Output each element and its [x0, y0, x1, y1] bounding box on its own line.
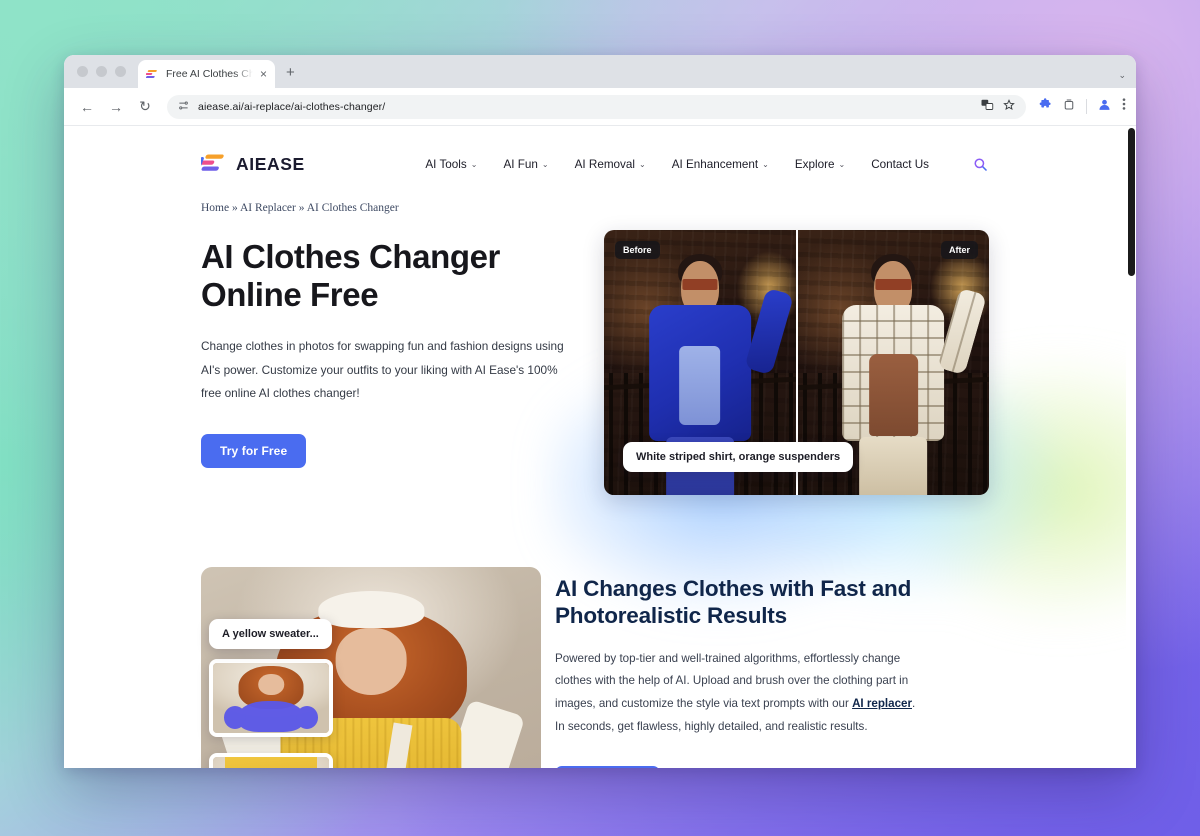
breadcrumb-separator: »: [231, 202, 238, 214]
site-settings-icon[interactable]: [178, 98, 189, 116]
features-section: A yellow sweater... AI Changes Clothes w…: [201, 567, 989, 768]
tab-list-chevron-icon[interactable]: ⌄: [1118, 70, 1126, 81]
toolbar-icon-group: [1035, 97, 1126, 116]
tab-close-icon[interactable]: ×: [260, 68, 267, 80]
omnibox-actions: [981, 98, 1015, 116]
feature-description: Powered by top-tier and well-trained alg…: [555, 648, 927, 738]
nav-item-ai-enhancement[interactable]: AI Enhancement ⌄: [672, 158, 769, 171]
feature-media-column: A yellow sweater...: [201, 567, 541, 768]
forward-button[interactable]: →: [103, 94, 129, 120]
hero-prompt-chip: White striped shirt, orange suspenders: [622, 442, 854, 472]
nav-item-ai-fun[interactable]: AI Fun ⌄: [503, 158, 548, 171]
hero-description: Change clothes in photos for swapping fu…: [201, 339, 564, 401]
primary-nav-links: AI Tools ⌄ AI Fun ⌄ AI Removal ⌄ AI Enha…: [425, 155, 989, 173]
new-tab-button[interactable]: +: [286, 64, 295, 81]
site-navigation: AIEASE AI Tools ⌄ AI Fun ⌄ AI Removal ⌄ …: [195, 126, 989, 202]
page-scrollbar-track[interactable]: [1126, 126, 1136, 768]
breadcrumb-separator: »: [298, 202, 305, 214]
browser-menu-icon[interactable]: [1122, 97, 1126, 116]
breadcrumb-current: AI Clothes Changer: [306, 202, 399, 214]
aiease-logo-icon: [195, 153, 227, 175]
feature-prompt-chip: A yellow sweater...: [209, 619, 332, 649]
ai-replacer-link[interactable]: AI replacer: [852, 697, 912, 710]
maximize-window-button[interactable]: [115, 66, 126, 77]
browser-tab[interactable]: Free AI Clothes Changer: Onl ×: [138, 60, 275, 88]
profile-avatar-icon[interactable]: [1098, 98, 1111, 116]
feature-try-for-free-button[interactable]: Try for Free: [555, 766, 661, 768]
feature-text-column: AI Changes Clothes with Fast and Photore…: [555, 567, 989, 768]
chevron-down-icon: ⌄: [639, 159, 646, 169]
address-bar[interactable]: aiease.ai/ai-replace/ai-clothes-changer/: [167, 94, 1026, 119]
chevron-down-icon: ⌄: [838, 159, 846, 169]
hero-try-for-free-button[interactable]: Try for Free: [201, 434, 307, 468]
tab-title: Free AI Clothes Changer: Onl: [166, 68, 253, 80]
chevron-down-icon: ⌄: [470, 159, 478, 169]
page-title: AI Clothes Changer Online Free: [201, 238, 588, 313]
tab-strip: Free AI Clothes Changer: Onl × + ⌄: [64, 55, 1136, 88]
nav-item-explore[interactable]: Explore ⌄: [795, 158, 845, 171]
site-logo[interactable]: AIEASE: [195, 153, 305, 175]
nav-label: AI Enhancement: [671, 157, 759, 171]
toolbar-divider: [1086, 99, 1087, 114]
hero-section: AI Clothes Changer Online Free Change cl…: [201, 230, 989, 495]
nav-item-ai-tools[interactable]: AI Tools ⌄: [425, 158, 477, 171]
breadcrumb-ai-replacer[interactable]: AI Replacer: [240, 202, 296, 214]
page-scrollbar-thumb[interactable]: [1128, 128, 1135, 276]
nav-label: Contact Us: [871, 157, 929, 171]
nav-label: AI Tools: [425, 157, 467, 171]
hero-text-column: AI Clothes Changer Online Free Change cl…: [201, 230, 588, 495]
web-page: AIEASE AI Tools ⌄ AI Fun ⌄ AI Removal ⌄ …: [64, 126, 1126, 768]
address-bar-url: aiease.ai/ai-replace/ai-clothes-changer/: [198, 100, 386, 113]
nav-label: Explore: [794, 157, 835, 171]
feature-title-line-2: Photorealistic Results: [555, 603, 787, 629]
brush-mask-overlay: [224, 700, 318, 732]
chevron-down-icon: ⌄: [541, 159, 549, 169]
feature-title-line-1: AI Changes Clothes with Fast and: [555, 576, 912, 601]
window-traffic-lights: [73, 55, 138, 88]
nav-label: AI Fun: [503, 157, 538, 171]
nav-item-contact-us[interactable]: Contact Us: [871, 158, 929, 171]
bookmark-star-icon[interactable]: [1003, 98, 1015, 116]
back-button[interactable]: ←: [74, 94, 100, 120]
badge-after: After: [940, 241, 978, 259]
feature-thumbnail-masked[interactable]: [209, 659, 333, 737]
tab-group-icon[interactable]: [1063, 98, 1075, 116]
hero-title-line-2: Online Free: [201, 275, 379, 313]
reload-button[interactable]: ↻: [132, 94, 158, 120]
feature-thumbnail-result[interactable]: [209, 753, 333, 768]
close-window-button[interactable]: [77, 66, 88, 77]
browser-window: Free AI Clothes Changer: Onl × + ⌄ ← → ↻…: [64, 55, 1136, 768]
breadcrumb-home[interactable]: Home: [201, 202, 229, 214]
hero-before-after-widget[interactable]: Before After White striped shirt, orange…: [603, 230, 989, 495]
site-logo-text: AIEASE: [236, 153, 305, 174]
feature-title: AI Changes Clothes with Fast and Photore…: [555, 575, 989, 630]
nav-item-ai-removal[interactable]: AI Removal ⌄: [575, 158, 646, 171]
aiease-logo-icon: [145, 69, 159, 80]
search-icon[interactable]: [971, 155, 989, 173]
browser-toolbar: ← → ↻ aiease.ai/ai-replace/ai-clothes-ch…: [64, 88, 1136, 126]
extensions-puzzle-icon[interactable]: [1039, 97, 1052, 116]
chevron-down-icon: ⌄: [762, 159, 769, 169]
badge-before: Before: [614, 241, 660, 259]
translate-icon[interactable]: [981, 98, 994, 116]
hero-title-line-1: AI Clothes Changer: [201, 238, 501, 275]
breadcrumb: Home » AI Replacer » AI Clothes Changer: [201, 202, 989, 230]
page-viewport: AIEASE AI Tools ⌄ AI Fun ⌄ AI Removal ⌄ …: [64, 126, 1136, 768]
nav-label: AI Removal: [574, 157, 636, 171]
minimize-window-button[interactable]: [96, 66, 107, 77]
